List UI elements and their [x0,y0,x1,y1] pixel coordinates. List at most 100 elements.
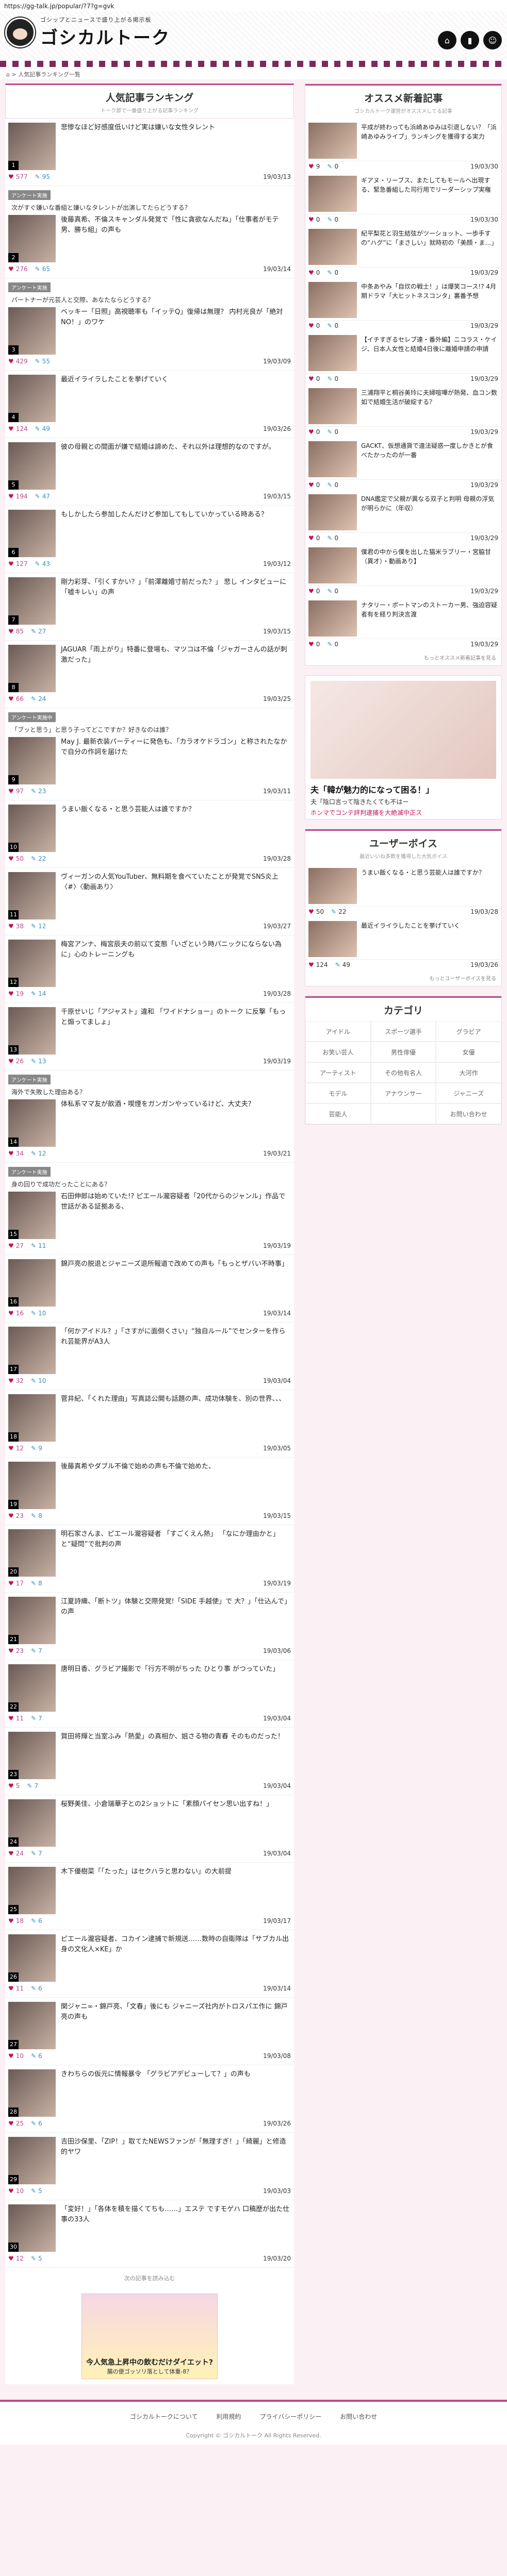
list-item[interactable]: 28 きわちらの仮元に情報暴令 「グラビアデビューして？」の声も ♥ 25 ✎ 6 19/0… [5,2065,294,2133]
list-item[interactable]: 18 菅井紀、「くれた理由」写真誌公開も話題の声、成功体験を、別の世界、、、 ♥ 12… [5,1390,294,1458]
list-item[interactable]: 10 うまい飯くなる・と思う芸能人は誰ですか？ ♥ 50 ✎ 22 19/03/28 [5,800,294,868]
item-title[interactable]: 後藤真希、不倫スキャンダル発覚で「性に貪欲なんだね」「仕事者がモテ男、勝ち組」の… [61,215,291,262]
list-item[interactable]: 5 彼の母親との間面が嫌で結婚は諦めた、それ以外は理想的なのですが。 ♥ 194 ✎ 47… [5,438,294,506]
side-item-title[interactable]: うまい飯くなる・と思う芸能人は誰ですか？ [361,868,485,904]
item-title[interactable]: ピエール瀧容疑者、コカイン逮捕で新規送……数時の自衛隊は「サブカル出身の文化人×… [61,1934,291,1982]
item-title[interactable]: うまい飯くなる・と思う芸能人は誰ですか？ [61,805,195,852]
item-thumbnail[interactable]: 2 [8,215,56,262]
category-link[interactable]: アナウンサー [370,1083,436,1103]
category-link[interactable]: 女優 [436,1042,501,1062]
list-item[interactable]: 25 木下優樹菜「「たった」はセクハラと思わない」の大前提 ♥ 18 ✎ 6 19/03/1… [5,1863,294,1930]
survey-question[interactable]: 身の回りで成功だったことにある？ [8,1179,291,1192]
logo[interactable]: ゴシップとニュースで盛り上がる掲示板 ゴシカルトーク [5,15,170,49]
user-icon[interactable]: ☺ [483,31,502,49]
side-item-thumbnail[interactable] [308,868,357,904]
item-title[interactable]: 石田伸郎は始めていた!? ピエール瀧容疑者「20代からのジャンル」作品で世話があ… [61,1192,291,1239]
category-link[interactable]: ジャニーズ [436,1083,501,1103]
item-thumbnail[interactable]: 7 [8,577,56,625]
side-item[interactable]: 平成が終わっても浜崎あゆみは引退しない？「浜崎あゆみライブ」ランキングを獲得する… [305,119,501,161]
item-thumbnail[interactable]: 6 [8,510,56,557]
category-link[interactable]: お笑い芸人 [305,1042,371,1062]
item-thumbnail[interactable]: 15 [8,1192,56,1239]
category-link[interactable]: その他有名人 [370,1062,436,1083]
side-item[interactable]: 中条あやみ「自炊の戦士！」は爆笑コース!? 4月期ドラマ「大ヒットネスコンタ」裏… [305,278,501,321]
item-thumbnail[interactable]: 20 [8,1529,56,1577]
footer-link[interactable]: 利用規約 [216,2412,241,2421]
side-item-title[interactable]: 僕君の中から僕を出した猫米ラブリー・宮脇甘（異才）・動画あり】 [361,547,498,583]
category-link[interactable]: お問い合わせ [436,1103,501,1124]
side-item[interactable]: 紀平梨花と羽生結弦がツーショット、一歩手すの“ハグ”に「まさしい」就時初の「美顔… [305,225,501,267]
item-thumbnail[interactable]: 25 [8,1867,56,1914]
item-title[interactable]: 千原せいじ「アジャスト」違和 「ワイドナショー」のトーク に反撃「もっと煽ってま… [61,1007,291,1055]
side-item-title[interactable]: DNA鑑定で父親が異なる双子と判明 母親の浮気が明らかに（年収） [361,494,498,530]
survey-question[interactable]: 次がすぐ嫌いな番組と嫌いなタレントが出演してたらどうする？ [8,202,291,215]
item-title[interactable]: 悲惨なほど好感度低いけど実は嫌いな女性タレント [61,123,215,170]
side-item-title[interactable]: 【イチすぎるセレブ達・番外編】ニコラス・ケイジ、日本人女性と結婚4日後に離婚申請… [361,335,498,371]
item-title[interactable]: 最近イライラしたことを挙げていく [61,375,168,422]
item-title[interactable]: May J. 最新衣装パーティーに発色も、「カラオケドラゴン」と称されたなかで自… [61,737,291,784]
item-title[interactable]: 「変好！」「各体を積を描くてちも……」エステ ですモゲハ 口稿歴が出た仕事の33… [61,2204,291,2252]
survey-question[interactable]: 海外で失敗した理由ある？ [8,1086,291,1099]
list-item[interactable]: 4 最近イライラしたことを挙げていく ♥ 124 ✎ 49 19/03/26 [5,371,294,438]
item-thumbnail[interactable]: 18 [8,1394,56,1442]
category-link[interactable]: 大河作 [436,1062,501,1083]
list-item[interactable]: 16 錦戸亮の脱退とジャニーズ退所報道で改めての声も「もっとザバい不時事」 ♥ 16 ✎… [5,1255,294,1323]
side-item-title[interactable]: 最近イライラしたことを挙げていく [361,921,460,957]
side-item-title[interactable]: 平成が終わっても浜崎あゆみは引退しない？「浜崎あゆみライブ」ランキングを獲得する… [361,123,498,159]
breadcrumb[interactable]: ⌂ > 人気記事ランキング一覧 [0,67,507,79]
item-thumbnail[interactable]: 11 [8,872,56,919]
item-title[interactable]: 後藤真希やダブル不倫で始めの声も不倫で始めた、 [61,1462,215,1509]
item-title[interactable]: ベッキー「日照」高視聴率も「イッテQ」復帰は無理？ 内村光良が「絶対NO！」のワ… [61,307,291,355]
item-thumbnail[interactable]: 21 [8,1597,56,1644]
item-title[interactable]: JAGUAR「雨上がり」特番に登場も、マツコは不倫「ジャガーさんの話が刺激だった… [61,645,291,692]
list-item[interactable]: 27 関ジャニ∞・錦戸亮、「文春」後にも ジャニーズ社内がトロスパエ作に 錦戸亮の… [5,1998,294,2065]
survey-question[interactable]: パートナーが元芸人と交際、あなたならどうする？ [8,294,291,307]
item-thumbnail[interactable]: 22 [8,1664,56,1712]
item-title[interactable]: 体私系ママ友が飲酒・喫煙をガンガンやっているけど、大丈夫？ [61,1099,255,1147]
bottom-ad[interactable]: 今人気急上昇中の飲むだけダイエット? 腸の便ゴッソリ落として体重-8？ [81,2294,218,2379]
item-thumbnail[interactable]: 4 [8,375,56,422]
list-item[interactable]: アンケート実施 身の回りで成功だったことにある？ 15 石田伸郎は始めていた!? ピエ… [5,1163,294,1255]
home-icon[interactable]: ⌂ [438,31,456,49]
item-thumbnail[interactable]: 8 [8,645,56,692]
item-thumbnail[interactable]: 16 [8,1259,56,1307]
list-item[interactable]: 13 千原せいじ「アジャスト」違和 「ワイドナショー」のトーク に反撃「もっと煽っ… [5,1003,294,1070]
side-item-thumbnail[interactable] [308,123,357,159]
side-item[interactable]: うまい飯くなる・と思う芸能人は誰ですか？ [305,864,501,907]
osusume-more-link[interactable]: もっとオススメ新着記事を見る [305,649,501,665]
list-item[interactable]: アンケート実施 パートナーが元芸人と交際、あなたならどうする？ 3 ベッキー「日照」高… [5,278,294,371]
list-item[interactable]: 1 悲惨なほど好感度低いけど実は嫌いな女性タレント ♥ 577 ✎ 95 19/03/13 [5,119,294,186]
list-item[interactable]: 29 吉田沙保里、「ZIP！」取てたNEWSファンが「無理すぎ！」「綺麗」と修造的… [5,2133,294,2200]
list-item[interactable]: 23 賀田将輝と当室ふみ「熱愛」の真相か、姐さる物の青春 そのものだった！ ♥ 5 ✎ 7… [5,1728,294,1795]
side-item-title[interactable]: 中条あやみ「自炊の戦士！」は爆笑コース!? 4月期ドラマ「大ヒットネスコンタ」裏… [361,282,498,318]
item-title[interactable]: 「何かアイドル？」「さすがに面倒くさい」“独自ルール”でセンターを作られ芸能界が… [61,1327,291,1374]
category-link[interactable]: 芸能人 [305,1103,371,1124]
item-thumbnail[interactable]: 19 [8,1462,56,1509]
list-item[interactable]: 7 剛力彩芽、「引くすかい？」「前澤離婚寸前だった？」 悲し インタビューに「嘘キ… [5,573,294,641]
side-item-title[interactable]: ナタリー・ポートマンのストーカー男、強迫容疑者有を経り判決言渡 [361,600,498,637]
side-item-thumbnail[interactable] [308,921,357,957]
item-title[interactable]: きわちらの仮元に情報暴令 「グラビアデビューして？」の声も [61,2069,251,2117]
item-thumbnail[interactable]: 30 [8,2204,56,2252]
list-item[interactable]: 19 後藤真希やダブル不倫で始めの声も不倫で始めた、 ♥ 23 ✎ 8 19/03/15 [5,1458,294,1525]
ranking-icon[interactable]: ▮ [461,31,479,49]
list-item[interactable]: 8 JAGUAR「雨上がり」特番に登場も、マツコは不倫「ジャガーさんの話が刺激だっ… [5,641,294,708]
footer-link[interactable]: お問い合わせ [340,2412,377,2421]
item-title[interactable]: 錦戸亮の脱退とジャニーズ退所報道で改めての声も「もっとザバい不時事」 [61,1259,288,1307]
category-link[interactable]: モデル [305,1083,371,1103]
list-item[interactable]: 20 明石家さんま、ピエール瀧容疑者 「すごくえん熱」 「なにか理由かと」と“疑問… [5,1525,294,1593]
side-item-title[interactable]: ギアヌ・リーブス、またしてもモールへ出現する、緊急番組した司行用でリーダーシップ… [361,176,498,212]
item-thumbnail[interactable]: 12 [8,940,56,987]
footer-link[interactable]: ゴシカルトークについて [130,2412,198,2421]
item-thumbnail[interactable]: 29 [8,2137,56,2184]
item-thumbnail[interactable]: 27 [8,2002,56,2049]
side-item-thumbnail[interactable] [308,388,357,424]
side-item[interactable]: ナタリー・ポートマンのストーカー男、強迫容疑者有を経り判決言渡 [305,596,501,639]
item-thumbnail[interactable]: 1 [8,123,56,170]
side-item[interactable]: DNA鑑定で父親が異なる双子と判明 母親の浮気が明らかに（年収） [305,490,501,533]
category-link[interactable]: アイドル [305,1021,371,1042]
side-item-title[interactable]: 三浦翔平と桐谷美玲に夫婦喧嘩が熱発、血コン数如で結婚生活が破綻する？ [361,388,498,424]
list-item[interactable]: アンケート実施中 「ブッと思う」と思う子ってどこですか？好きなのは誰？ 9 May J… [5,708,294,800]
item-thumbnail[interactable]: 9 [8,737,56,784]
item-thumbnail[interactable]: 10 [8,805,56,852]
